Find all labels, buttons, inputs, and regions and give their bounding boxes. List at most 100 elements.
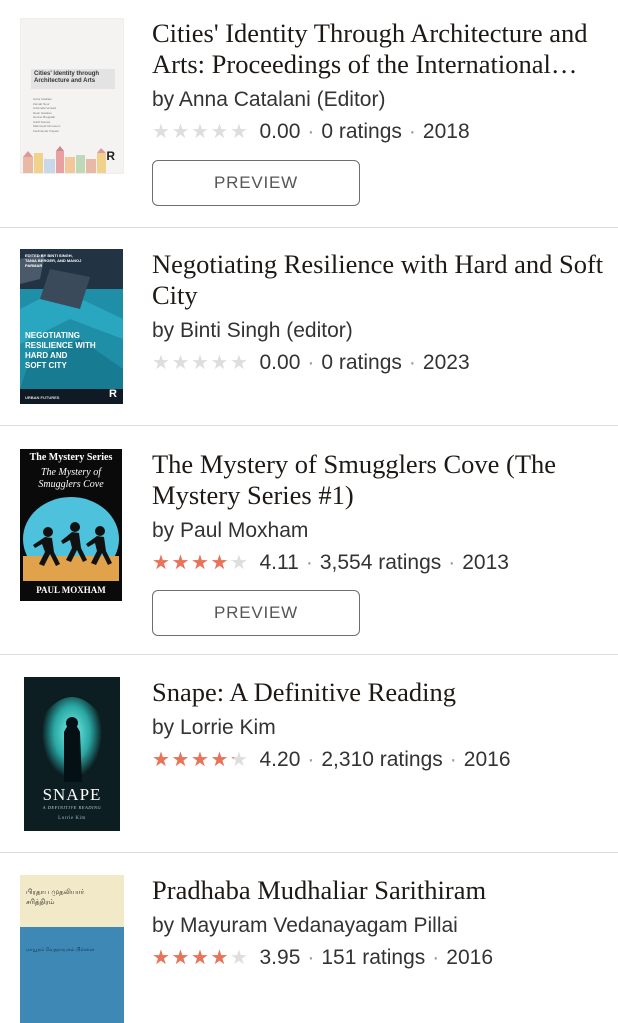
star-icon: ★ <box>152 121 170 143</box>
publication-year: 2013 <box>462 551 509 574</box>
star-icon: ★ <box>230 121 248 143</box>
book-title[interactable]: Snape: A Definitive Reading <box>152 677 608 708</box>
rating-stars: ★★★★★★★★★★ <box>152 750 250 770</box>
separator-dot: · <box>449 748 457 771</box>
cover-title-band: Cities' Identity through Architecture an… <box>31 69 115 89</box>
cover-editor: Mahmoud Ghoneem <box>33 124 61 128</box>
average-rating: 0.00 <box>259 120 301 143</box>
average-rating: 3.95 <box>259 946 301 969</box>
star-icon: ★★ <box>152 947 170 969</box>
cover-series: The Mystery Series <box>29 452 113 463</box>
publisher-logo: R <box>109 388 117 400</box>
star-fill: ★ <box>210 948 229 968</box>
book-list-item[interactable]: பிரதாப முதலியார் சரித்திரம் மாயூரம் வேதந… <box>0 853 618 1023</box>
cover-editors-line: EDITED BY BINTI SINGH, TANIA BERGER, AND… <box>25 253 82 268</box>
cover-title-line: The Mystery of <box>41 467 101 478</box>
book-list-item[interactable]: SNAPE A DEFINITIVE READING Lorrie Kim Sn… <box>0 655 618 853</box>
book-cover[interactable]: SNAPE A DEFINITIVE READING Lorrie Kim <box>24 677 120 831</box>
separator-dot: · <box>307 351 315 374</box>
star-icon: ★★ <box>210 947 229 969</box>
average-rating: 4.20 <box>259 748 301 771</box>
star-icon: ★★ <box>230 749 248 771</box>
book-cover[interactable]: The Mystery Series The Mystery of Smuggl… <box>20 449 122 601</box>
star-fill: ★ <box>210 553 229 573</box>
average-rating: 0.00 <box>259 351 301 374</box>
star-icon: ★ <box>191 352 209 374</box>
star-fill: ★ <box>152 948 170 968</box>
cover-author: மாயூரம் வேதநாயகம் பிள்ளை <box>26 947 95 953</box>
star-icon: ★★ <box>191 552 209 574</box>
star-fill: ★ <box>171 948 190 968</box>
cover-city-map-illustration <box>20 249 123 404</box>
book-meta: ★★★★★★★★★★ 4.11 · 3,554 ratings · 2013 <box>152 549 608 577</box>
star-icon: ★★ <box>191 947 209 969</box>
cover-title-line: NEGOTIATING <box>25 331 80 340</box>
star-fill: ★ <box>191 750 209 770</box>
cover-editors: Anna Catalani Zeinab Nour Antonella Vers… <box>33 97 60 133</box>
preview-button[interactable]: PREVIEW <box>152 160 360 206</box>
star-icon: ★ <box>171 121 190 143</box>
star-fill: ★ <box>230 750 234 770</box>
star-icon: ★★ <box>171 552 190 574</box>
book-author[interactable]: by Lorrie Kim <box>152 714 608 742</box>
rating-stars: ★ ★ ★ ★ ★ <box>152 122 250 142</box>
star-fill: ★ <box>152 553 170 573</box>
book-author[interactable]: by Mayuram Vedanayagam Pillai <box>152 912 608 940</box>
star-icon: ★ <box>230 352 248 374</box>
publication-year: 2016 <box>463 748 511 771</box>
star-fill: ★ <box>152 750 170 770</box>
book-list-item[interactable]: EDITED BY BINTI SINGH, TANIA BERGER, AND… <box>0 228 618 426</box>
book-author[interactable]: by Binti Singh (editor) <box>152 317 608 345</box>
book-meta: ★ ★ ★ ★ ★ ★ ★ ★ ★ 3.95 · 151 ratings · 2016 <box>152 944 608 972</box>
book-title[interactable]: Cities' Identity Through Architecture an… <box>152 18 608 80</box>
cover-title: NEGOTIATING RESILIENCE WITH HARD AND SOF… <box>25 331 96 371</box>
star-icon: ★★ <box>171 749 190 771</box>
cover-series: URBAN FUTURES <box>25 395 60 400</box>
cover-title-line: பிரதாப முதலியார் <box>26 889 85 896</box>
rating-stars: ★ ★ ★ ★ ★ ★ ★ ★ ★ <box>152 948 250 968</box>
star-icon: ★★ <box>152 552 170 574</box>
book-list-item[interactable]: Cities' Identity through Architecture an… <box>0 0 618 228</box>
star-icon: ★★ <box>152 749 170 771</box>
book-cover[interactable]: Cities' Identity through Architecture an… <box>20 18 124 174</box>
star-icon: ★ <box>171 352 190 374</box>
book-list-item[interactable]: The Mystery Series The Mystery of Smuggl… <box>0 426 618 655</box>
star-icon: ★★ <box>210 552 229 574</box>
star-fill: ★ <box>171 750 190 770</box>
ratings-count: 0 ratings <box>321 120 402 143</box>
star-icon: ★★ <box>230 552 248 574</box>
separator-dot: · <box>307 748 315 771</box>
book-info: The Mystery of Smugglers Cove (The Myste… <box>152 449 608 636</box>
book-info: Cities' Identity Through Architecture an… <box>152 18 608 206</box>
book-meta: ★ ★ ★ ★ ★ 0.00 · 0 ratings · 2023 <box>152 349 608 377</box>
cover-runners-illustration <box>23 497 119 581</box>
ratings-count: 3,554 ratings <box>319 551 442 574</box>
book-title[interactable]: Negotiating Resilience with Hard and Sof… <box>152 249 608 311</box>
star-fill: ★ <box>171 553 190 573</box>
average-rating: 4.11 <box>259 551 299 574</box>
book-author[interactable]: by Anna Catalani (Editor) <box>152 86 608 114</box>
cover-title-line: Smugglers Cove <box>38 479 104 490</box>
cover-title-line: RESILIENCE WITH <box>25 341 96 350</box>
separator-dot: · <box>408 120 416 143</box>
star-fill: ★ <box>191 553 209 573</box>
book-cover[interactable]: பிரதாப முதலியார் சரித்திரம் மாயூரம் வேதந… <box>20 875 124 1023</box>
star-icon: ★ <box>210 352 229 374</box>
publication-year: 2016 <box>446 946 493 969</box>
book-author[interactable]: by Paul Moxham <box>152 517 608 545</box>
publication-year: 2023 <box>422 351 470 374</box>
star-fill: ★ <box>230 553 232 573</box>
star-icon: ★ <box>191 121 209 143</box>
book-title[interactable]: The Mystery of Smugglers Cove (The Myste… <box>152 449 608 511</box>
cover-title-line: சரித்திரம் <box>26 899 55 906</box>
cover-title: Cities' Identity through Architecture an… <box>34 71 100 84</box>
book-title[interactable]: Pradhaba Mudhaliar Sarithiram <box>152 875 608 906</box>
star-icon: ★ <box>152 352 170 374</box>
separator-dot: · <box>408 351 416 374</box>
cover-title-line: HARD AND <box>25 351 68 360</box>
separator-dot: · <box>432 946 440 969</box>
separator-dot: · <box>448 551 456 574</box>
star-icon: ★ <box>230 947 248 969</box>
book-cover[interactable]: EDITED BY BINTI SINGH, TANIA BERGER, AND… <box>20 249 123 404</box>
preview-button[interactable]: PREVIEW <box>152 590 360 636</box>
